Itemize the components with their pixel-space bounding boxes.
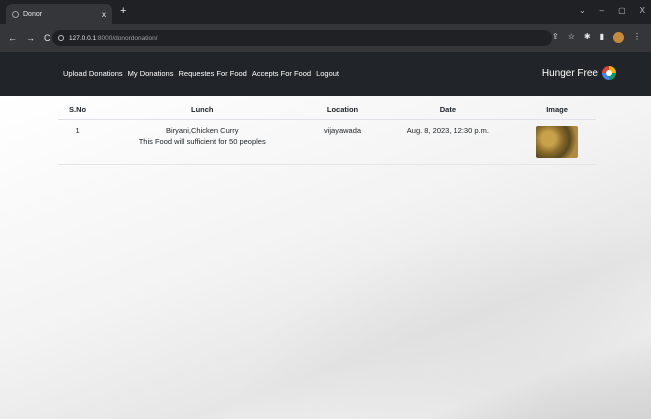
- minimize-button[interactable]: –: [600, 6, 604, 15]
- tab-search-icon[interactable]: ⌄: [579, 6, 586, 15]
- tab-favicon-icon: [12, 10, 19, 18]
- bookmark-star-icon[interactable]: ☆: [568, 32, 575, 43]
- toolbar-icons: ⇪ ☆ ✱ ▮ ⋮: [552, 32, 641, 43]
- maximize-button[interactable]: ▢: [618, 6, 626, 15]
- nav-logout[interactable]: Logout: [316, 69, 339, 78]
- lunch-description: This Food will sufficient for 50 peoples: [138, 137, 266, 146]
- forward-arrow-icon[interactable]: →: [26, 33, 35, 43]
- col-image: Image: [518, 100, 596, 120]
- url-host: 127.0.0.1: [69, 34, 97, 42]
- cell-date: Aug. 8, 2023, 12:30 p.m.: [377, 119, 519, 165]
- table-row: 1 Biryani,Chicken Curry This Food will s…: [58, 119, 596, 165]
- browser-tab[interactable]: Donor x: [6, 4, 112, 24]
- browser-tab-bar: Donor x + ⌄ – ▢ X: [0, 0, 651, 24]
- main-content: S.No Lunch Location Date Image 1 Biryani…: [0, 96, 651, 419]
- side-panel-icon[interactable]: ▮: [600, 32, 604, 43]
- close-window-button[interactable]: X: [640, 6, 645, 15]
- reload-icon[interactable]: C: [44, 33, 51, 43]
- col-sno: S.No: [58, 100, 98, 120]
- lunch-title: Biryani,Chicken Curry: [165, 126, 239, 135]
- back-arrow-icon[interactable]: ←: [8, 33, 17, 43]
- col-lunch: Lunch: [97, 100, 308, 120]
- brand[interactable]: Hunger Free: [542, 66, 616, 80]
- nav-requests-for-food[interactable]: Requestes For Food: [178, 69, 246, 78]
- site-navbar: Upload Donations My Donations Requestes …: [0, 52, 651, 96]
- menu-dots-icon[interactable]: ⋮: [633, 32, 641, 43]
- url-path: :8000/donordonation/: [96, 34, 158, 42]
- nav-menu: Upload Donations My Donations Requestes …: [63, 69, 339, 78]
- new-tab-button[interactable]: +: [120, 5, 126, 17]
- nav-my-donations[interactable]: My Donations: [128, 69, 174, 78]
- tab-title: Donor: [23, 10, 43, 18]
- tab-close-button[interactable]: x: [102, 10, 106, 19]
- share-icon[interactable]: ⇪: [552, 32, 559, 43]
- extensions-icon[interactable]: ✱: [584, 32, 591, 43]
- col-date: Date: [377, 100, 519, 120]
- window-controls: ⌄ – ▢ X: [579, 6, 645, 15]
- brand-logo-icon: [602, 66, 616, 80]
- cell-image: [518, 119, 596, 165]
- address-bar[interactable]: 127.0.0.1 :8000/donordonation/: [52, 30, 552, 46]
- profile-avatar[interactable]: [613, 32, 624, 43]
- nav-buttons: ← → C: [8, 33, 51, 43]
- nav-upload-donations[interactable]: Upload Donations: [63, 69, 123, 78]
- nav-accepts-for-food[interactable]: Accepts For Food: [252, 69, 311, 78]
- table-header-row: S.No Lunch Location Date Image: [58, 100, 596, 120]
- cell-sno: 1: [58, 119, 98, 165]
- food-image: [536, 126, 579, 158]
- donations-table: S.No Lunch Location Date Image 1 Biryani…: [58, 100, 596, 165]
- brand-name: Hunger Free: [541, 67, 598, 79]
- browser-toolbar: ← → C 127.0.0.1 :8000/donordonation/ ⇪ ☆…: [0, 24, 651, 52]
- col-location: Location: [307, 100, 378, 120]
- cell-lunch: Biryani,Chicken Curry This Food will suf…: [97, 119, 308, 165]
- cell-location: vijayawada: [307, 119, 378, 165]
- site-info-icon[interactable]: [58, 35, 64, 41]
